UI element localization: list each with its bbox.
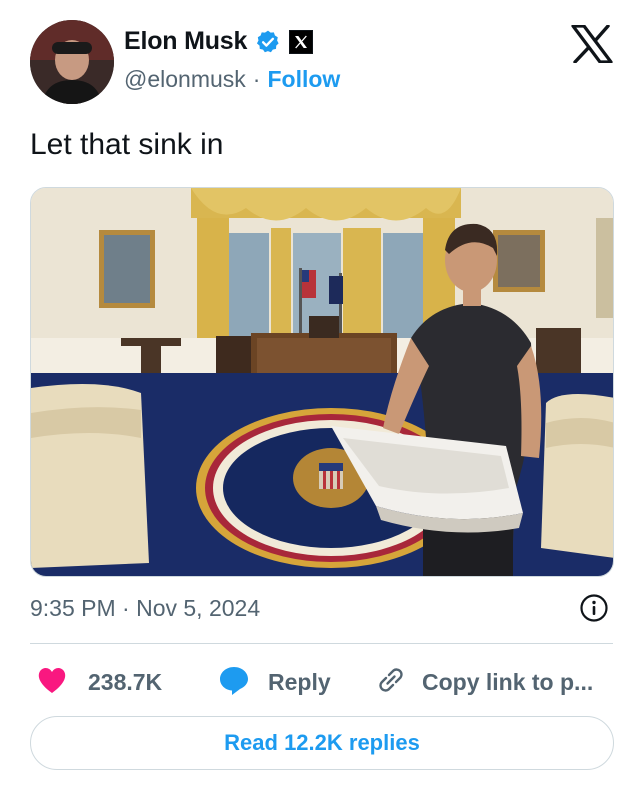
avatar[interactable] (30, 20, 114, 104)
like-count: 238.7K (88, 668, 163, 695)
reply-bubble-icon (218, 664, 250, 701)
verified-badge-icon (255, 29, 281, 55)
heart-icon (36, 665, 68, 700)
action-bar: 238.7K Reply Copy link to p... (30, 662, 614, 702)
separator-dot: · (252, 66, 261, 92)
tweet-card: Elon Musk @elonmusk · Follow Let that si… (0, 0, 643, 800)
copy-link-button[interactable]: Copy link to p... (376, 662, 593, 702)
reply-button[interactable]: Reply (218, 662, 331, 702)
author-name-row: Elon Musk (124, 27, 314, 56)
tweet-timestamp[interactable]: 9:35 PM · Nov 5, 2024 (30, 595, 260, 622)
copy-link-label: Copy link to p... (422, 668, 594, 695)
tweet-media-image[interactable] (30, 187, 614, 577)
info-icon[interactable] (579, 593, 609, 623)
tweet-text: Let that sink in (30, 128, 224, 161)
reply-label: Reply (268, 668, 331, 695)
link-icon (376, 665, 406, 700)
author-name[interactable]: Elon Musk (124, 27, 247, 56)
divider (30, 643, 613, 644)
like-button[interactable]: 238.7K (36, 662, 162, 702)
follow-button[interactable]: Follow (267, 66, 340, 93)
read-replies-button[interactable]: Read 12.2K replies (30, 716, 614, 770)
author-handle[interactable]: @elonmusk (124, 66, 246, 93)
affiliate-x-icon (289, 29, 314, 54)
handle-row: @elonmusk · Follow (124, 66, 340, 93)
x-logo-icon[interactable] (571, 24, 613, 64)
